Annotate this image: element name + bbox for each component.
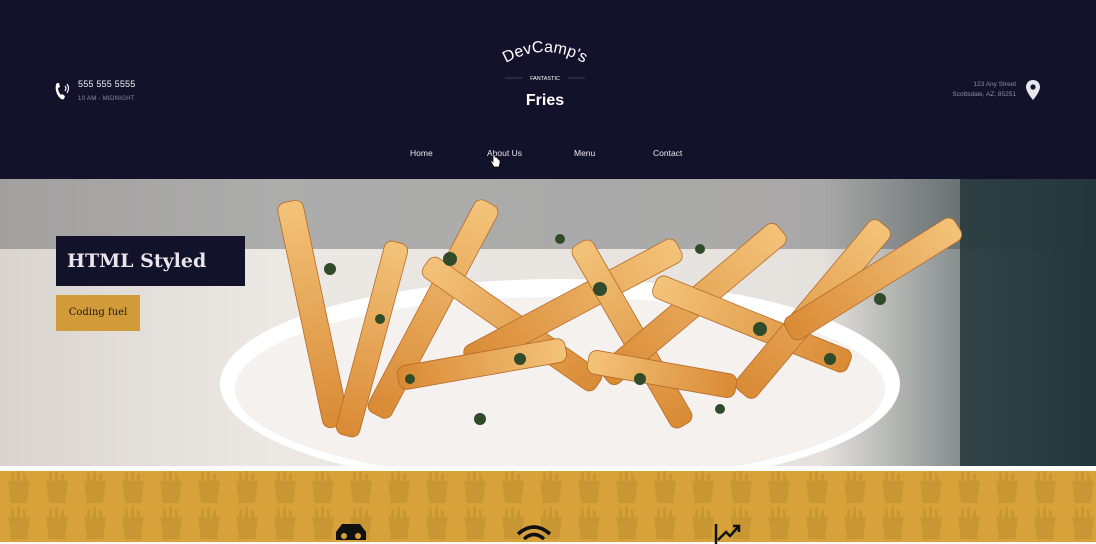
contact-phone[interactable]: 555 555 5555 10 AM - MIDNIGHT (54, 78, 135, 105)
site-header: 555 555 5555 10 AM - MIDNIGHT DevCamp's … (0, 0, 1096, 179)
hero-title: HTML Styled Fries (56, 236, 245, 322)
address-city: Scottsdale, AZ, 85251 (952, 91, 1016, 98)
phone-icon (55, 83, 70, 100)
hero-image-fries (0, 179, 1096, 466)
hero-badge: Coding fuel (56, 295, 140, 331)
main-nav: Home About Us Menu Contact (0, 148, 1096, 162)
business-hours: 10 AM - MIDNIGHT (78, 96, 135, 102)
logo-text-devcamps: DevCamp's (500, 39, 590, 67)
location-pin-icon (1026, 80, 1040, 100)
trending-chart-icon (714, 524, 741, 544)
hand-cursor-icon (490, 154, 501, 168)
delivery-truck-icon (336, 524, 366, 540)
nav-contact[interactable]: Contact (653, 148, 682, 158)
logo-text-fries: Fries (526, 92, 564, 109)
nav-menu[interactable]: Menu (574, 148, 595, 158)
wifi-icon (516, 525, 552, 541)
hero-banner (0, 179, 1096, 466)
address[interactable]: 123 Any Street Scottsdale, AZ, 85251 (952, 80, 1016, 100)
address-street: 123 Any Street (973, 81, 1016, 88)
phone-number: 555 555 5555 (78, 79, 136, 89)
logo-tag: FANTASTIC (530, 76, 560, 82)
nav-home[interactable]: Home (410, 148, 433, 158)
site-logo[interactable]: DevCamp's FANTASTIC Fries (490, 32, 600, 114)
